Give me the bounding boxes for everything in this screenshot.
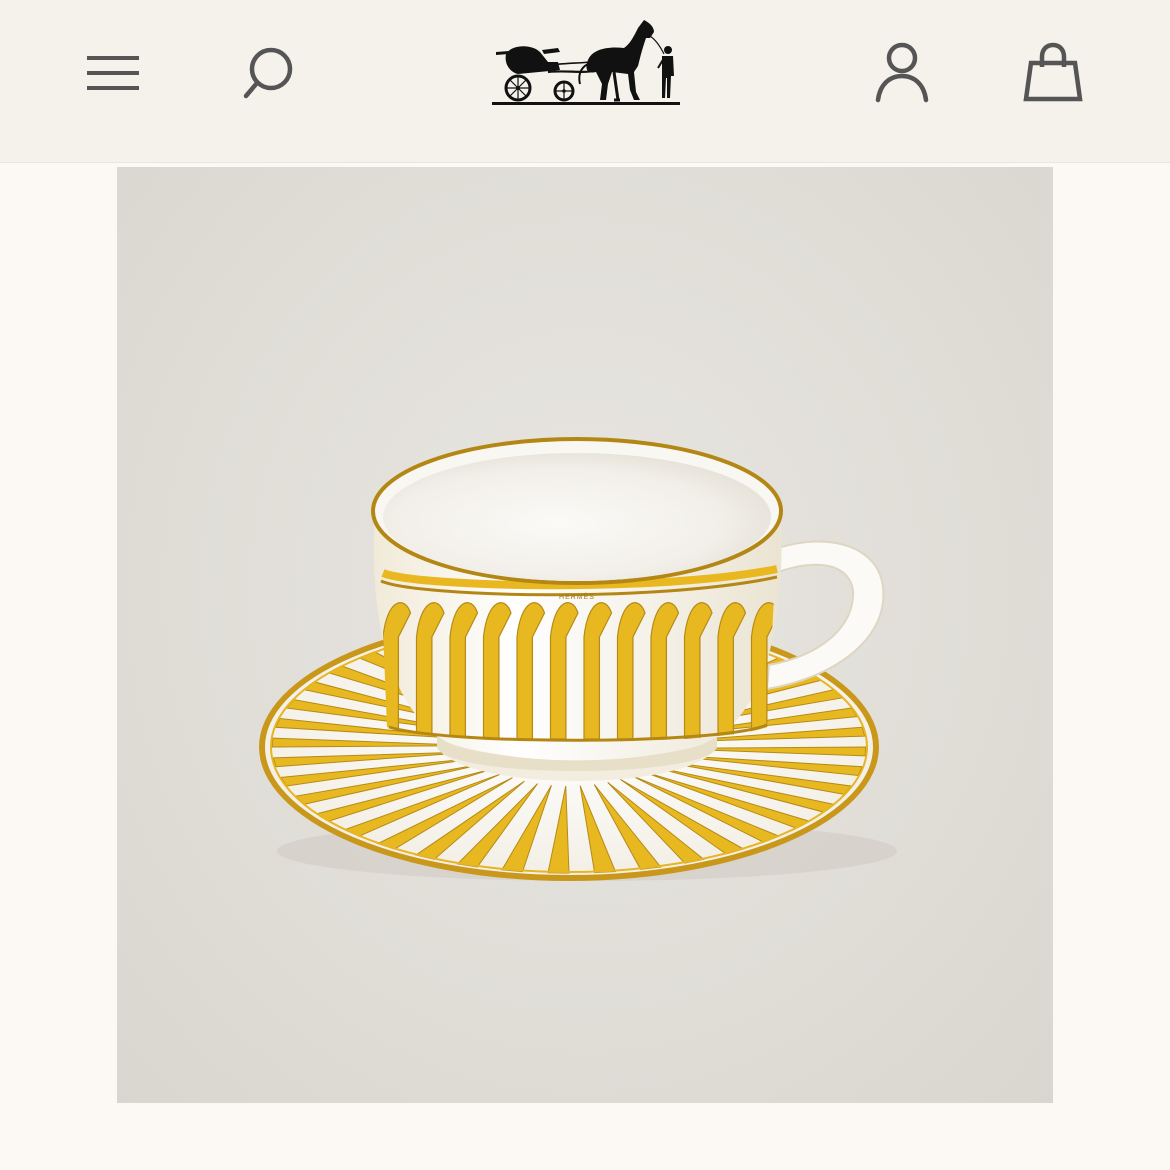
search-button[interactable] [230, 40, 304, 108]
product-image[interactable]: HERMÈS [117, 167, 1053, 1103]
menu-button[interactable] [80, 42, 146, 104]
account-button[interactable] [866, 36, 938, 108]
cup-brand-text: HERMÈS [559, 592, 595, 601]
search-icon [243, 47, 293, 99]
site-header [0, 0, 1170, 163]
brand-logo[interactable] [488, 14, 684, 108]
cart-button[interactable] [1016, 36, 1090, 108]
teacup-and-saucer-photo: HERMÈS [259, 437, 897, 881]
account-icon [875, 42, 929, 103]
hamburger-menu-icon [87, 56, 139, 90]
shopping-bag-icon [1023, 42, 1083, 102]
